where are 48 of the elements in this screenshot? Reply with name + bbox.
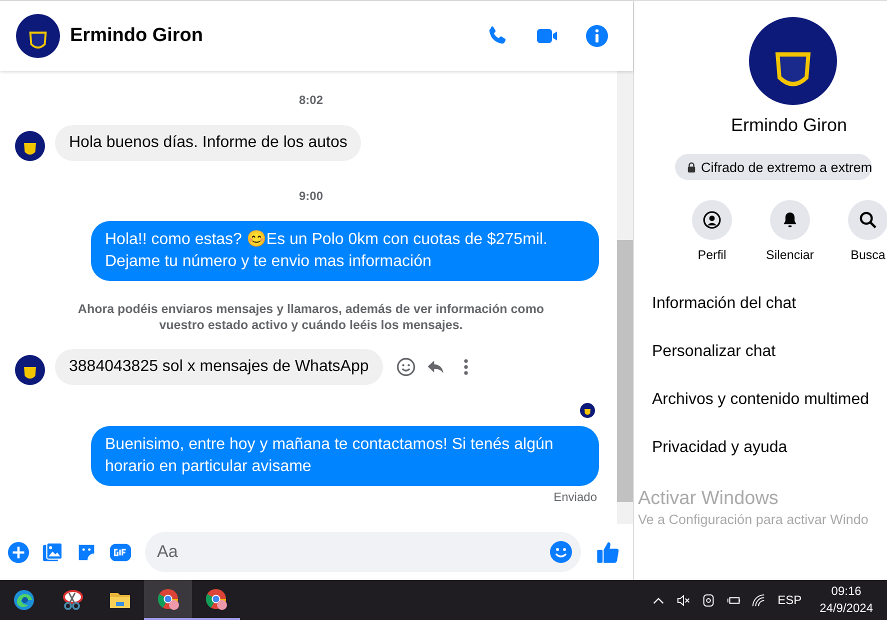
- action-label: Perfil: [698, 248, 726, 262]
- message-input[interactable]: Aa: [145, 532, 581, 572]
- menu-item[interactable]: Privacidad y ayuda: [652, 424, 788, 472]
- timestamp: 9:00: [298, 189, 324, 203]
- language-indicator[interactable]: ESP: [778, 593, 802, 607]
- scissors-icon: [60, 588, 84, 612]
- notice-text: Ahora podéis enviaros mensajes y llamaros, además de ver información como vuestro estado activo y cuándo leéis los mensajes.: [76, 301, 546, 333]
- scrollbar[interactable]: [617, 71, 633, 524]
- search-icon: [858, 210, 878, 230]
- action-button[interactable]: [770, 200, 810, 240]
- seen-avatar: [580, 403, 595, 418]
- plus-icon[interactable]: [7, 540, 30, 564]
- smiley-icon[interactable]: [394, 356, 417, 378]
- timestamp: 8:02: [298, 93, 324, 107]
- chrome-icon: [204, 587, 228, 611]
- info-icon[interactable]: [585, 24, 609, 48]
- camera-icon[interactable]: [700, 592, 716, 608]
- activation-title: Activar Windows: [638, 488, 780, 510]
- lock-icon: [687, 162, 696, 172]
- avatar-photo: [15, 355, 45, 385]
- edge-icon: [12, 588, 36, 612]
- message-bubble: Buenisimo, entre hoy y mañana te contactamos! Si tenés algún horario en particular avisame: [91, 426, 599, 486]
- wifi-icon[interactable]: [750, 592, 766, 608]
- menu-item[interactable]: Información del chat: [652, 280, 796, 328]
- person-icon: [702, 210, 722, 230]
- activation-text: Ve a Configuración para activar Windo: [638, 512, 868, 527]
- avatar-photo[interactable]: [16, 14, 60, 58]
- profile-name: Ermindo Giron: [731, 115, 848, 136]
- image-icon[interactable]: [41, 540, 64, 564]
- chrome-icon: [156, 587, 180, 611]
- avatar-photo: [15, 131, 45, 161]
- menu-item[interactable]: Archivos y contenido multimed: [652, 376, 869, 424]
- emoji-icon[interactable]: [549, 540, 573, 564]
- menu-item[interactable]: Personalizar chat: [652, 328, 776, 376]
- action-button[interactable]: [848, 200, 887, 240]
- message-bubble: Hola!! como estas? 😊Es un Polo 0km con cuotas de $275mil. Dejame tu número y te envio mas información: [91, 221, 599, 281]
- message-bubble: Hola buenos días. Informe de los autos: [55, 125, 362, 161]
- message-bubble: 3884043825 sol x mensajes de WhatsApp: [55, 349, 383, 385]
- sent-status: Enviado: [554, 490, 597, 504]
- speaker-muted-icon[interactable]: [676, 592, 691, 608]
- encryption-label: Cifrado de extremo a extrem: [701, 160, 872, 174]
- clock-date: 24/9/2024: [820, 600, 873, 617]
- clock[interactable]: 09:16 24/9/2024: [820, 583, 873, 617]
- action-button[interactable]: [692, 200, 732, 240]
- action-label: Silenciar: [766, 248, 814, 262]
- contact-name: Ermindo Giron: [70, 25, 204, 47]
- clock-time: 09:16: [831, 583, 862, 600]
- action-label: Busca: [850, 248, 886, 262]
